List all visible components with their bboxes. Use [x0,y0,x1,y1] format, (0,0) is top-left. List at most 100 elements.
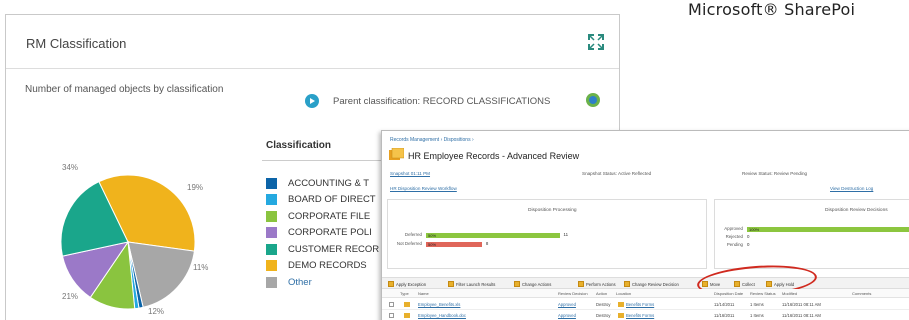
legend-label: DEMO RECORDS [288,260,367,271]
column-header[interactable]: Comments [852,291,871,296]
legend-item[interactable]: DEMO RECORDS [266,259,367,273]
column-header[interactable]: Action [596,291,607,296]
chart-title: Disposition Processing [528,208,577,213]
bar-label: Approved [724,226,743,231]
table-cell: 11/14/2011 [714,302,735,307]
toolbar-button-label: Perform Actions [586,281,616,287]
bar-label: Pending [726,242,743,247]
legend-label: CORPORATE POLI [288,227,372,238]
pie-slice-label: 12% [148,307,165,316]
review-decisions-chart: Disposition Review Decisions Approved 100… [714,199,909,269]
legend-swatch [266,243,277,255]
column-header[interactable]: Disposition Date [714,291,743,296]
legend-swatch [266,194,277,205]
toolbar-button-label: Change Actions [522,281,552,287]
bar: 50% [426,233,560,238]
table-cell[interactable]: Benefits Forms [626,302,654,307]
chart-title: Disposition Review Decisions [825,208,888,213]
pie-slice-label: 11% [193,263,209,272]
bar-value: 0 [747,242,750,247]
pie-slice-label: 21% [62,292,79,301]
bar: 50% [426,242,482,247]
column-header[interactable]: Location [616,291,631,296]
column-header[interactable]: Name [418,291,429,296]
review-status: Review Status: Review Pending [742,171,808,176]
row-checkbox[interactable] [389,313,394,318]
breadcrumb[interactable]: Records Management › Dispositions › [390,137,474,143]
column-header[interactable]: Review Decision [558,291,588,296]
globe-icon[interactable] [586,93,600,107]
record-icon [404,313,410,318]
toolbar-button[interactable]: Apply Exception [388,280,426,288]
toolbar-action-icon [448,281,454,287]
toolbar-action-icon [624,281,630,287]
bar-text: 50% [428,242,437,247]
toolbar-button-label: Change Review Decision [632,281,679,287]
legend-item[interactable]: BOARD OF DIRECT [266,193,376,207]
legend-label: CORPORATE FILE [288,210,371,222]
screenshot-canvas: Microsoft® SharePoi RM Classification Nu… [0,0,909,320]
table-cell: 1 Items [750,313,764,318]
workflow-link[interactable]: HR Disposition Review Workflow [390,186,457,191]
column-header[interactable]: Type [400,291,409,296]
expand-icon[interactable] [587,33,605,51]
bar-value: 0 [747,234,750,239]
legend-item[interactable]: CORPORATE POLI [266,226,372,240]
legend-label: BOARD OF DIRECT [288,194,376,205]
toolbar-button[interactable]: Change Actions [514,280,551,288]
brand-title: Microsoft® SharePoi [688,0,856,19]
legend-item[interactable]: Other [266,275,312,289]
folder-icon [618,313,624,318]
legend-swatch [266,210,277,222]
pie-slice-label: 19% [187,183,204,192]
classification-pie-chart [60,174,196,310]
snapshot-status: Snapshot Status: Active Reflected [582,171,652,176]
row-checkbox[interactable] [389,302,394,307]
legend-item[interactable]: CUSTOMER RECOR [266,242,379,256]
bar-value: 11 [563,232,569,237]
folder-icon [618,302,624,307]
snapshot-link[interactable]: Snapshot 01:11 PM [390,171,430,176]
column-header[interactable]: Review Status [750,291,776,296]
bar-label: Not Deferred [396,241,422,246]
disposition-processing-chart: Disposition Processing Deferred 50% 11 Not … [387,199,707,269]
toolbar-button[interactable]: Change Review Decision [624,280,679,288]
bar-value: 8 [485,241,489,246]
table-cell[interactable]: Benefits Forms [626,313,654,318]
table-row[interactable]: Employee_Benefits.xls Approved Destroy Bene… [382,299,909,310]
table-cell[interactable]: Approved [558,302,576,307]
table-cell[interactable]: Employee_Handbook.doc [418,313,466,318]
table-cell[interactable]: Employee_Benefits.xls [418,302,460,307]
legend-divider [262,160,392,161]
legend-label: CUSTOMER RECOR [288,243,380,255]
grid-header: Type Name Review Decision Action Location Dis… [382,289,909,298]
legend-label[interactable]: Other [288,277,312,288]
destruction-log-link[interactable]: View Destruction Log [830,186,873,191]
table-cell: Destroy [596,313,611,318]
bar-label: Rejected [725,234,743,239]
table-cell[interactable]: Approved [558,313,576,318]
toolbar-button-label: Filter Launch Results [456,281,496,287]
legend-swatch [266,227,277,238]
toolbar-button-label: Apply Exception [396,281,427,287]
table-cell: 11/16/2011 08:11 AM [782,302,821,307]
bar-label: Deferred [404,232,422,237]
page-title: HR Employee Records - Advanced Review [408,151,580,161]
toolbar-button[interactable]: Filter Launch Results [448,280,495,288]
legend-item[interactable]: ACCOUNTING & T [266,176,369,190]
table-row[interactable]: Employee_Handbook.doc Approved Destroy Bene… [382,310,909,320]
table-cell: 11/16/2011 [714,313,735,318]
legend-item[interactable]: CORPORATE FILE [266,209,370,223]
toolbar-button[interactable]: Perform Actions [578,280,616,288]
legend-swatch [266,260,277,271]
column-header[interactable]: Modified [782,291,797,296]
table-cell: 11/16/2011 08:11 AM [782,313,821,318]
nav-arrow-icon[interactable] [305,94,319,108]
legend-label: ACCOUNTING & T [288,177,370,189]
toolbar-action-icon [388,281,394,287]
legend-heading: Classification [266,140,332,151]
panel-header: RM Classification [6,15,619,69]
pie-slice-label: 34% [62,163,79,172]
table-cell: Destroy [596,302,611,307]
bar-text: 50% [428,233,437,238]
